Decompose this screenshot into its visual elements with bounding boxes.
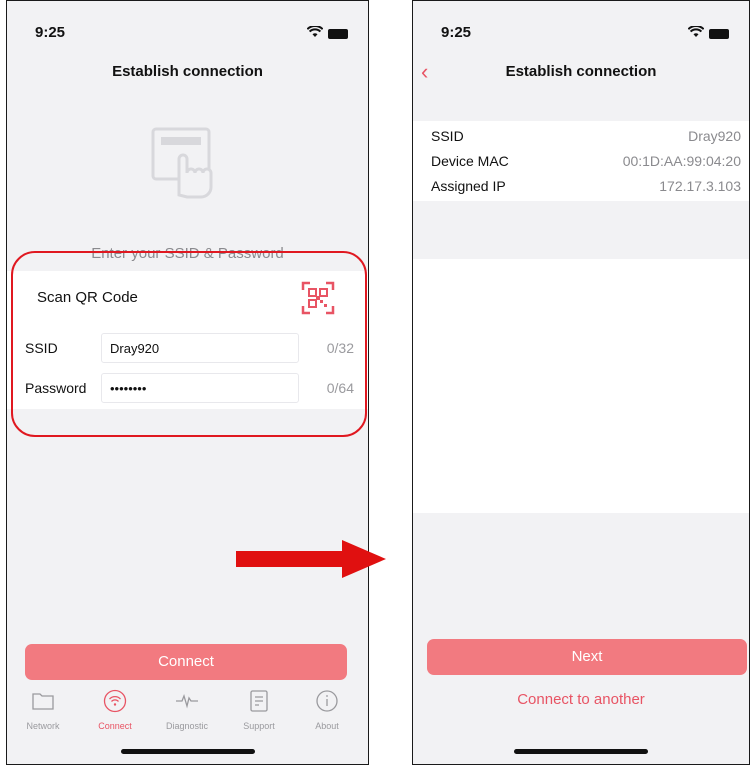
connect-screen: 9:25 Establish connection Enter your SSI… (6, 0, 369, 765)
tab-connect[interactable]: Connect (85, 689, 145, 731)
folder-icon (32, 693, 54, 710)
tab-support[interactable]: Support (229, 689, 289, 731)
info-key: Assigned IP (431, 178, 506, 194)
tab-label-network: Network (26, 721, 60, 731)
info-value: 172.17.3.103 (659, 178, 741, 194)
ssid-input[interactable] (101, 333, 299, 363)
tab-about[interactable]: About (297, 689, 357, 731)
scan-qr-label[interactable]: Scan QR Code (37, 289, 138, 306)
connection-info: SSID Dray920 Device MAC 00:1D:AA:99:04:2… (413, 121, 749, 201)
info-icon (316, 690, 338, 712)
wifi-signal-icon (306, 25, 324, 43)
password-row: Password 0/64 (25, 373, 354, 403)
info-key: Device MAC (431, 153, 509, 169)
password-label: Password (25, 380, 87, 396)
connect-another-link[interactable]: Connect to another (413, 691, 749, 708)
tab-label-connect: Connect (98, 721, 132, 731)
status-icons (687, 25, 729, 43)
tab-label-about: About (315, 721, 339, 731)
status-icons (306, 25, 348, 43)
status-time: 9:25 (35, 24, 66, 41)
tab-network[interactable]: Network (13, 689, 73, 731)
instruction-text: Enter your SSID & Password (91, 245, 284, 262)
home-indicator (514, 749, 648, 754)
credentials-form: Scan QR Code SSID 0/32 Password 0/64 (7, 271, 368, 409)
ssid-row: SSID 0/32 (25, 333, 354, 363)
battery-icon (328, 29, 348, 39)
status-bar: 9:25 (413, 21, 749, 43)
tab-bar: Network Connect Diagnostic Support About (7, 689, 368, 739)
tab-label-diagnostic: Diagnostic (165, 721, 209, 731)
tab-label-support: Support (243, 721, 275, 731)
pulse-icon (176, 694, 198, 709)
empty-panel (413, 259, 749, 513)
info-key: SSID (431, 128, 464, 144)
qr-code-icon[interactable] (301, 281, 335, 315)
home-indicator (120, 749, 255, 754)
wifi-icon (103, 689, 127, 713)
password-input[interactable] (101, 373, 299, 403)
info-value: 00:1D:AA:99:04:20 (622, 153, 741, 169)
ssid-label: SSID (25, 340, 58, 356)
status-bar: 9:25 (7, 21, 368, 43)
document-icon (250, 690, 268, 712)
password-count: 0/64 (326, 380, 354, 396)
tab-diagnostic[interactable]: Diagnostic (157, 689, 217, 731)
status-time: 9:25 (441, 24, 472, 41)
info-row-ip: Assigned IP 172.17.3.103 (431, 176, 741, 196)
page-title: Establish connection (112, 63, 263, 80)
connect-button[interactable]: Connect (25, 644, 347, 680)
next-button[interactable]: Next (427, 639, 747, 675)
page-title: Establish connection (505, 63, 657, 80)
right-arrow-icon (236, 540, 386, 578)
info-value: Dray920 (688, 128, 741, 144)
info-row-ssid: SSID Dray920 (431, 126, 741, 146)
tap-screen-icon (149, 125, 229, 205)
ssid-count: 0/32 (326, 340, 354, 356)
battery-icon (709, 29, 729, 39)
wifi-signal-icon (687, 25, 705, 43)
info-row-mac: Device MAC 00:1D:AA:99:04:20 (431, 151, 741, 171)
connection-result-screen: 9:25 ‹ Establish connection SSID Dray920… (412, 0, 750, 765)
